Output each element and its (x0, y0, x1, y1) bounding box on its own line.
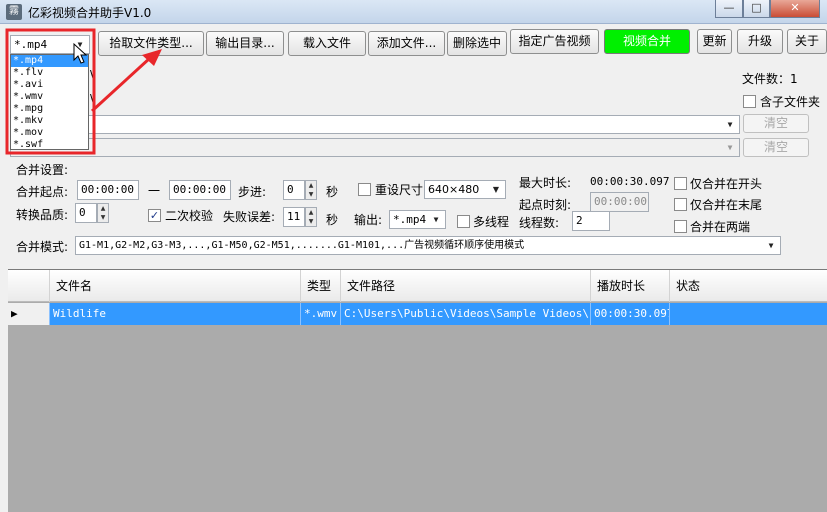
highlight-box (5, 28, 96, 155)
annotation-overlay (5, 28, 162, 155)
mouse-cursor-icon (73, 42, 88, 64)
annotation-arrow (90, 56, 152, 113)
